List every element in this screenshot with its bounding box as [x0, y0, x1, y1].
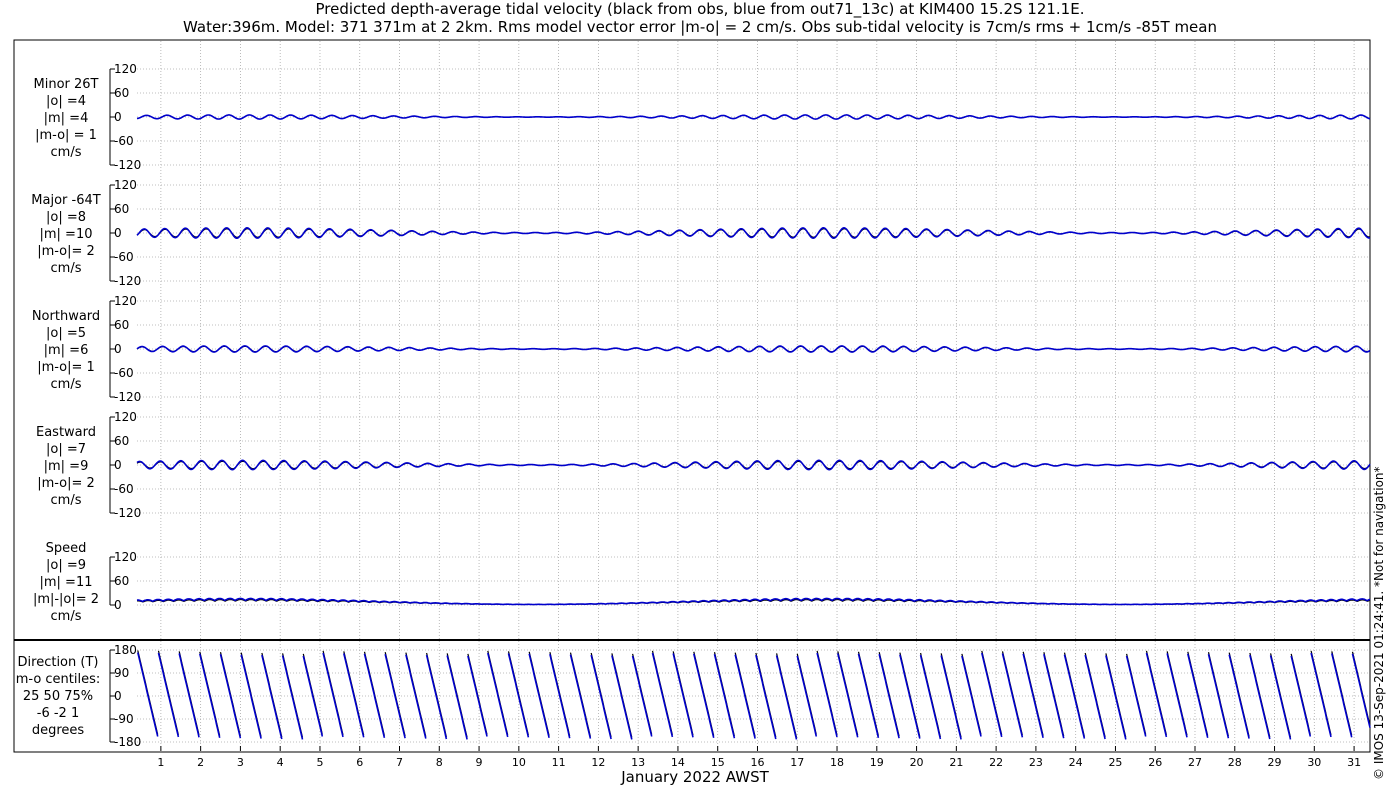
x-tick-label: 25 [1108, 756, 1122, 769]
panel-label-line: cm/s [50, 609, 82, 624]
x-tick-label: 22 [989, 756, 1003, 769]
panel-label: Minor 26T |o| =4 |m| =4 |m-o| = 1 cm/s [16, 76, 116, 161]
y-tick-label: 60 [114, 202, 129, 216]
panel-label-line: |m-o|= 2 [37, 476, 95, 491]
panel-label-line: cm/s [50, 493, 82, 508]
x-tick-label: 19 [870, 756, 884, 769]
panel-label-line: |o| =8 [45, 210, 86, 225]
y-tick-label: -60 [114, 250, 134, 264]
y-tick-label: 90 [114, 666, 129, 680]
x-tick-label: 23 [1029, 756, 1043, 769]
x-tick-label: 29 [1268, 756, 1282, 769]
panel-label: Northward |o| =5 |m| =6 |m-o|= 1 cm/s [16, 308, 116, 393]
model-line [136, 114, 1371, 120]
x-axis-label: January 2022 AWST [621, 768, 769, 786]
panel-label-line: |m| =4 [43, 111, 89, 126]
panel-label-line: m-o centiles: [15, 672, 101, 687]
panel-label-line: Major -64T [31, 193, 101, 208]
model-line [136, 459, 1371, 471]
upper-frame [13, 39, 1371, 641]
y-tick-label: 120 [114, 294, 137, 308]
panel-label-line: |m| =9 [43, 459, 89, 474]
x-tick-label: 9 [476, 756, 483, 769]
panel-label-line: |m-o|= 1 [37, 360, 95, 375]
panel-label-line: Northward [31, 309, 101, 324]
panel-label-line: |m-o| = 1 [35, 128, 97, 143]
panel-label: Direction (T) m-o centiles: 25 50 75% -6 -2… [8, 654, 108, 739]
x-tick-label: 2 [197, 756, 204, 769]
panel-label-line: |m-o|= 2 [37, 244, 95, 259]
x-tick-label: 21 [949, 756, 963, 769]
panel-label-line: |o| =4 [45, 94, 86, 109]
y-tick-label: -180 [114, 735, 141, 749]
panel-label-line: cm/s [50, 377, 82, 392]
tidal-velocity-figure: 1 2 3 4 5 6 7 8 9 10 11 12 13 14 15 16 17 18 19 20 21 22 23 24 2… [13, 39, 1371, 769]
y-tick-label: -60 [114, 482, 134, 496]
panel-label-line: Speed [45, 541, 87, 556]
panel-label-line: 25 50 75% [22, 689, 94, 704]
panel-label-line: |o| =7 [45, 442, 86, 457]
x-tick-label: 30 [1307, 756, 1321, 769]
panel-label-line: cm/s [50, 261, 82, 276]
panel-label-line: |m| =6 [43, 343, 89, 358]
panel-label: Speed |o| =9 |m| =11 |m|-|o|= 2 cm/s [16, 540, 116, 625]
panel-label-line: |m| =11 [39, 575, 93, 590]
panel-label: Major -64T |o| =8 |m| =10 |m-o|= 2 cm/s [16, 192, 116, 277]
y-tick-label: -120 [114, 274, 141, 288]
x-tick-label: 31 [1347, 756, 1361, 769]
panel-label-line: |m|-|o|= 2 [32, 592, 100, 607]
direction-model-line [137, 652, 1371, 740]
panel-label-line: |o| =5 [45, 326, 86, 341]
y-tick-label: -120 [114, 390, 141, 404]
x-tick-label: 24 [1069, 756, 1083, 769]
y-tick-label: 120 [114, 62, 137, 76]
y-tick-label: 0 [114, 689, 122, 703]
x-tick-label: 27 [1188, 756, 1202, 769]
y-tick-label: 60 [114, 318, 129, 332]
y-tick-label: 60 [114, 574, 129, 588]
x-tick-label: 3 [237, 756, 244, 769]
x-tick-label: 4 [277, 756, 284, 769]
x-tick-label: 28 [1228, 756, 1242, 769]
y-tick-label: -90 [114, 712, 134, 726]
model-line [136, 226, 1371, 240]
model-line [136, 345, 1371, 353]
panel-label-line: Minor 26T [33, 77, 99, 92]
x-tick-label: 6 [356, 756, 363, 769]
x-tick-label: 7 [396, 756, 403, 769]
y-tick-label: -60 [114, 366, 134, 380]
y-tick-label: -120 [114, 158, 141, 172]
y-tick-label: 120 [114, 550, 137, 564]
panel-label: Eastward |o| =7 |m| =9 |m-o|= 2 cm/s [16, 424, 116, 509]
panel-label-line: -6 -2 1 [36, 706, 80, 721]
direction-obs-line [137, 650, 1371, 738]
x-tick-label: 10 [512, 756, 526, 769]
panel-label-line: |m| =10 [39, 227, 93, 242]
y-tick-label: 60 [114, 434, 129, 448]
model-line [136, 597, 1371, 606]
panel-label-line: degrees [31, 723, 85, 738]
x-tick-label: 5 [316, 756, 323, 769]
x-tick-label: 8 [436, 756, 443, 769]
y-tick-label: 180 [114, 643, 137, 657]
x-tick-label: 1 [157, 756, 164, 769]
panel-label-line: Eastward [35, 425, 97, 440]
credit-note: © IMOS 13-Sep-2021 01:24:41. *Not for na… [1372, 466, 1386, 780]
y-tick-label: -120 [114, 506, 141, 520]
y-tick-label: 60 [114, 86, 129, 100]
panel-label-line: cm/s [50, 145, 82, 160]
x-tick-label: 20 [910, 756, 924, 769]
y-tick-label: 120 [114, 178, 137, 192]
x-tick-label: 26 [1148, 756, 1162, 769]
y-tick-label: 120 [114, 410, 137, 424]
y-tick-label: -60 [114, 134, 134, 148]
panel-label-line: Direction (T) [17, 655, 99, 670]
panel-label-line: |o| =9 [45, 558, 86, 573]
